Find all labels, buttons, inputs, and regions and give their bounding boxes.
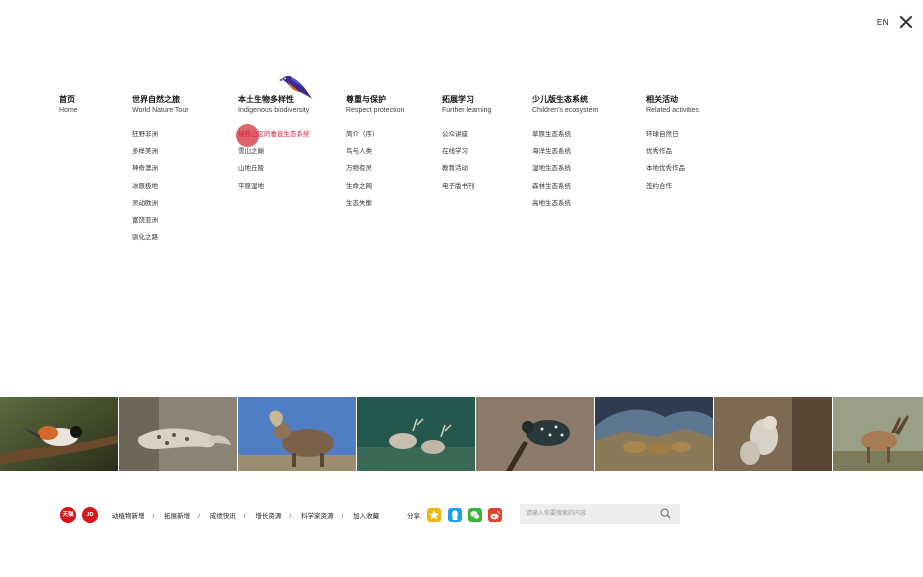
nav-submenu-item[interactable]: 神奇澳洲 [132,164,158,181]
nav-submenu-item[interactable]: 鸟与人类 [346,147,379,164]
weibo-share-icon[interactable] [488,508,502,522]
nav-submenu: 简介（序） 鸟与人类 万物有灵 生命之网 生态失衡 [346,130,379,216]
nav-submenu-item[interactable]: 教育活动 [442,164,475,181]
nav-submenu-item[interactable]: 电子版书刊 [442,182,475,199]
nav-submenu-item[interactable]: 冰原极地 [132,182,158,199]
nav-submenu-item[interactable]: 雪山之巅 [238,147,310,164]
nav-column-indigenous-biodiversity: 本土生物多样性 Indigenous biodiversity 横断山区的垂直生态系… [236,95,310,190]
nav-submenu-item[interactable]: 环球自然日 [646,130,685,147]
nav-submenu-item[interactable]: 签约合作 [646,182,685,199]
photo-squirrel[interactable] [714,397,832,471]
nav-subtitle: Related activities [646,107,699,114]
nav-title[interactable]: 少儿版生态系统 [532,95,598,105]
nav-submenu-item[interactable]: 灵动欧洲 [132,199,158,216]
footer-bar: 天猫 JD 动植物新增 / 拓展新增 / 成绩快讯 / 增长资源 / 科学家资源 / 加入… [60,504,923,525]
nav-title[interactable]: 首页 [59,95,78,105]
nav-title[interactable]: 尊重与保护 [346,95,404,105]
photo-bird-branch[interactable] [0,397,118,471]
nav-title[interactable]: 本土生物多样性 [238,95,309,105]
nav-submenu-item[interactable]: 富饶亚洲 [132,216,158,233]
language-switch[interactable]: EN [877,18,889,27]
nav-subtitle: World Nature Tour [132,107,189,114]
nav-submenu-item[interactable]: 优秀作品 [646,147,685,164]
nav-submenu-item[interactable]: 生命之网 [346,182,379,199]
nav-submenu: 狂野非洲 多样美洲 神奇澳洲 冰原极地 灵动欧洲 富饶亚洲 驯化之路 [132,130,158,250]
close-icon[interactable] [899,15,913,29]
nav-submenu: 草原生态系统 海洋生态系统 湿地生态系统 森林生态系统 高地生态系统 [532,130,571,216]
nav-submenu-item[interactable]: 高地生态系统 [532,199,571,216]
nav-subtitle: Children's ecosystem [532,107,599,114]
nav-subtitle: Further learning [442,107,492,114]
nav-submenu: 公众讲座 在线学习 教育活动 电子版书刊 [442,130,475,199]
photo-deer-herd[interactable] [357,397,475,471]
footer-links: 动植物新增 / 拓展新增 / 成绩快讯 / 增长资源 / 科学家资源 / 加入收藏 [112,513,380,520]
nav-submenu-item[interactable]: 草原生态系统 [532,130,571,147]
search-box [520,504,680,524]
nav-column-further-learning: 拓展学习 Further learning 公众讲座 在线学习 教育活动 电子版书刊 [442,95,492,190]
nav-submenu: 环球自然日 优秀作品 本地优秀作品 签约合作 [646,130,685,199]
qq-share-icon[interactable] [448,508,462,522]
nav-column-related-activities: 相关活动 Related activities 环球自然日 优秀作品 本地优秀作品 签约合… [646,95,699,190]
footer-link[interactable]: 动植物新增 [112,513,145,520]
photo-antelope[interactable] [833,397,923,471]
footer-link[interactable]: 科学家资源 [301,513,334,520]
nav-title[interactable]: 世界自然之旅 [132,95,189,105]
nav-submenu-item[interactable]: 海洋生态系统 [532,147,571,164]
photo-spotted-bird[interactable] [476,397,594,471]
nav-column-respect-protection: 尊重与保护 Respect protection 简介（序） 鸟与人类 万物有灵 生命之网… [346,95,405,207]
nav-submenu-item[interactable]: 驯化之路 [132,233,158,250]
nav-title[interactable]: 拓展学习 [442,95,491,105]
footer-link[interactable]: 增长资源 [255,513,281,520]
nav-submenu-item[interactable]: 多样美洲 [132,147,158,164]
footer-link[interactable]: 加入收藏 [353,513,379,520]
footer-link[interactable]: 成绩快讯 [210,513,236,520]
photo-strip [0,397,923,471]
nav-submenu-item[interactable]: 森林生态系统 [532,182,571,199]
nav-submenu: 横断山区的垂直生态系统雪山之巅 山地丘陵 平原湿地 [236,124,310,199]
nav-submenu-item[interactable]: 生态失衡 [346,199,379,216]
search-icon[interactable] [660,508,671,519]
nav-submenu-item[interactable]: 在线学习 [442,147,475,164]
photo-snow-leopard[interactable] [119,397,237,471]
nav-submenu-item-label: 横断山区的垂直生态系统 [238,131,310,138]
nav-title[interactable]: 相关活动 [646,95,699,105]
nav-submenu-item[interactable]: 平原湿地 [238,182,310,199]
nav-submenu-item[interactable]: 万物有灵 [346,164,379,181]
nav-column-childrens-ecosystem: 少儿版生态系统 Children's ecosystem 草原生态系统 海洋生态系统湿… [532,95,599,207]
photo-bighorn-sheep[interactable] [238,397,356,471]
nav-subtitle: Respect protection [346,107,405,114]
nav-submenu-item[interactable]: 简介（序） [346,130,379,147]
wechat-share-icon[interactable] [468,508,482,522]
nav-submenu-item[interactable]: 本地优秀作品 [646,164,685,181]
jd-button[interactable]: JD [82,507,98,523]
nav-submenu-item[interactable]: 横断山区的垂直生态系统 [236,124,310,147]
qzone-share-icon[interactable] [427,508,441,522]
search-input[interactable] [526,508,656,520]
nav-submenu-item[interactable]: 公众讲座 [442,130,475,147]
nav-submenu-item[interactable]: 山地丘陵 [238,164,310,181]
share-label: 分享: [407,513,422,520]
nav-subtitle: Indigenous biodiversity [238,107,310,114]
footer-link[interactable]: 拓展新增 [164,513,190,520]
top-right-controls: EN [877,15,913,29]
nav-submenu-item[interactable]: 湿地生态系统 [532,164,571,181]
photo-camels[interactable] [595,397,713,471]
tmall-button[interactable]: 天猫 [60,507,76,523]
nav-column-world-nature-tour: 世界自然之旅 World Nature Tour 狂野非洲 多样美洲 神奇澳洲 冰原极地灵… [132,95,189,241]
nav-subtitle: Home [59,107,78,114]
nav-submenu-item[interactable]: 狂野非洲 [132,130,158,147]
nav-column-home: 首页 Home [59,95,78,117]
